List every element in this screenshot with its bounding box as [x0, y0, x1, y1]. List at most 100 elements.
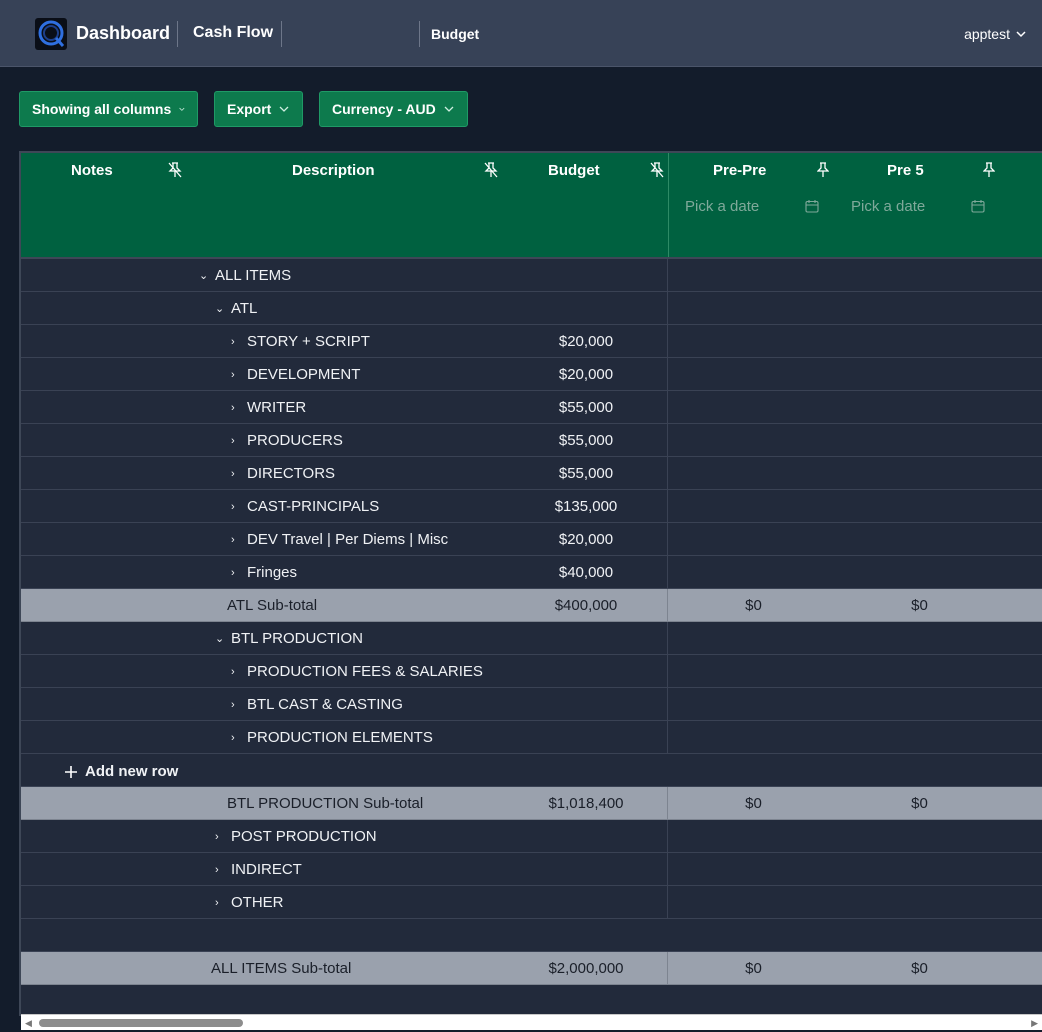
- export-dropdown-button[interactable]: Export: [214, 91, 303, 127]
- chevron-right-icon[interactable]: ›: [215, 864, 231, 876]
- row-label: PRODUCTION FEES & SALARIES: [247, 663, 483, 680]
- row-label: Fringes: [247, 564, 298, 581]
- subtotal-row-atl: ATL Sub-total $400,000 $0 $0: [21, 589, 1042, 622]
- add-row-container: Add new row: [21, 754, 1042, 787]
- table-row[interactable]: › DIRECTORS $55,000: [21, 457, 1042, 490]
- pin-icon[interactable]: [817, 162, 829, 178]
- column-header-description[interactable]: Description: [292, 162, 375, 179]
- chevron-right-icon[interactable]: ›: [231, 402, 247, 414]
- chevron-down-icon[interactable]: ⌄: [215, 632, 231, 645]
- row-label: ALL ITEMS: [215, 267, 292, 284]
- row-label: BTL CAST & CASTING: [247, 696, 403, 713]
- chevron-down-icon[interactable]: ⌄: [199, 269, 215, 282]
- group-row-btl-production[interactable]: ⌄ BTL PRODUCTION: [21, 622, 1042, 655]
- row-label: STORY + SCRIPT: [247, 333, 370, 350]
- pinned-column-divider: [668, 153, 669, 257]
- pin-icon[interactable]: [983, 162, 995, 178]
- chevron-right-icon[interactable]: ›: [215, 897, 231, 909]
- chevron-right-icon[interactable]: ›: [231, 732, 247, 744]
- table-row[interactable]: › PRODUCERS $55,000: [21, 424, 1042, 457]
- scroll-left-arrow-icon[interactable]: ◀: [25, 1018, 32, 1029]
- currency-label: Currency - AUD: [332, 101, 436, 117]
- group-row-all-items[interactable]: ⌄ ALL ITEMS: [21, 259, 1042, 292]
- chevron-right-icon[interactable]: ›: [231, 666, 247, 678]
- columns-dropdown-button[interactable]: Showing all columns: [19, 91, 198, 127]
- columns-dropdown-label: Showing all columns: [32, 101, 172, 117]
- chevron-down-icon: [279, 106, 289, 112]
- chevron-right-icon[interactable]: ›: [231, 336, 247, 348]
- row-label: BTL PRODUCTION: [231, 630, 363, 647]
- subtotal-label: ATL Sub-total: [227, 597, 318, 614]
- chevron-down-icon: [444, 106, 454, 112]
- scroll-right-arrow-icon[interactable]: ▶: [1031, 1018, 1038, 1029]
- chevron-down-icon[interactable]: ⌄: [215, 302, 231, 315]
- group-row-other[interactable]: › OTHER: [21, 886, 1042, 919]
- subtotal-label: ALL ITEMS Sub-total: [211, 960, 352, 977]
- unpin-icon[interactable]: [168, 162, 182, 178]
- subtotal-row-all-items: ALL ITEMS Sub-total $2,000,000 $0 $0: [21, 952, 1042, 985]
- chevron-down-icon: [179, 107, 185, 111]
- subtotal-pre-5: $0: [911, 960, 928, 977]
- chevron-right-icon[interactable]: ›: [231, 468, 247, 480]
- nav-budget[interactable]: Budget: [431, 26, 479, 42]
- unpin-icon[interactable]: [650, 162, 664, 178]
- app-logo-icon[interactable]: [35, 18, 67, 50]
- row-label: DIRECTORS: [247, 465, 336, 482]
- group-row-atl[interactable]: ⌄ ATL: [21, 292, 1042, 325]
- column-header-pre-5[interactable]: Pre 5: [887, 162, 924, 179]
- group-row-indirect[interactable]: › INDIRECT: [21, 853, 1042, 886]
- calendar-icon[interactable]: [971, 199, 985, 213]
- table-row[interactable]: › DEV Travel | Per Diems | Misc $20,000: [21, 523, 1042, 556]
- subtotal-pre-pre: $0: [745, 795, 762, 812]
- chevron-down-icon: [1016, 30, 1026, 37]
- currency-dropdown-button[interactable]: Currency - AUD: [319, 91, 468, 127]
- plus-icon: [65, 765, 77, 778]
- chevron-right-icon[interactable]: ›: [231, 369, 247, 381]
- table-row[interactable]: › WRITER $55,000: [21, 391, 1042, 424]
- pre-5-date-picker[interactable]: Pick a date: [851, 198, 925, 215]
- table-row[interactable]: › PRODUCTION ELEMENTS: [21, 721, 1042, 754]
- table-row[interactable]: › Fringes $40,000: [21, 556, 1042, 589]
- calendar-icon[interactable]: [805, 199, 819, 213]
- unpin-icon[interactable]: [484, 162, 498, 178]
- nav-divider: [281, 21, 282, 47]
- add-new-row-label: Add new row: [85, 763, 179, 780]
- grid-header: Notes Description Budget Pre-Pre Pick a …: [21, 153, 1042, 259]
- chevron-right-icon[interactable]: ›: [231, 501, 247, 513]
- subtotal-budget: $400,000: [554, 597, 618, 614]
- nav-dashboard[interactable]: Dashboard: [76, 23, 170, 44]
- subtotal-pre-5: $0: [911, 597, 928, 614]
- row-budget: $40,000: [558, 564, 614, 581]
- chevron-right-icon[interactable]: ›: [215, 831, 231, 843]
- user-menu[interactable]: apptest: [964, 26, 1026, 42]
- chevron-right-icon[interactable]: ›: [231, 699, 247, 711]
- table-row[interactable]: › STORY + SCRIPT $20,000: [21, 325, 1042, 358]
- nav-cash-flow[interactable]: Cash Flow: [193, 24, 273, 42]
- column-header-pre-pre[interactable]: Pre-Pre: [713, 162, 766, 179]
- pre-pre-date-picker[interactable]: Pick a date: [685, 198, 759, 215]
- chevron-right-icon[interactable]: ›: [231, 435, 247, 447]
- row-label: CAST-PRINCIPALS: [247, 498, 380, 515]
- spacer-row: [21, 919, 1042, 952]
- subtotal-row-btl-production: BTL PRODUCTION Sub-total $1,018,400 $0 $…: [21, 787, 1042, 820]
- add-new-row-button[interactable]: Add new row: [64, 763, 178, 780]
- scrollbar-thumb[interactable]: [39, 1019, 243, 1027]
- table-row[interactable]: › PRODUCTION FEES & SALARIES: [21, 655, 1042, 688]
- column-header-budget[interactable]: Budget: [548, 162, 600, 179]
- budget-grid: Notes Description Budget Pre-Pre Pick a …: [19, 151, 1042, 1016]
- row-label: POST PRODUCTION: [231, 828, 377, 845]
- chevron-right-icon[interactable]: ›: [231, 567, 247, 579]
- row-label: DEVELOPMENT: [247, 366, 361, 383]
- row-label: WRITER: [247, 399, 307, 416]
- group-row-post-production[interactable]: › POST PRODUCTION: [21, 820, 1042, 853]
- column-header-notes[interactable]: Notes: [71, 162, 113, 179]
- subtotal-pre-5: $0: [911, 795, 928, 812]
- row-label: INDIRECT: [231, 861, 302, 878]
- row-label: OTHER: [231, 894, 284, 911]
- horizontal-scrollbar[interactable]: ◀ ▶: [21, 1014, 1042, 1030]
- row-label: ATL: [231, 300, 258, 317]
- table-row[interactable]: › DEVELOPMENT $20,000: [21, 358, 1042, 391]
- chevron-right-icon[interactable]: ›: [231, 534, 247, 546]
- table-row[interactable]: › BTL CAST & CASTING: [21, 688, 1042, 721]
- table-row[interactable]: › CAST-PRINCIPALS $135,000: [21, 490, 1042, 523]
